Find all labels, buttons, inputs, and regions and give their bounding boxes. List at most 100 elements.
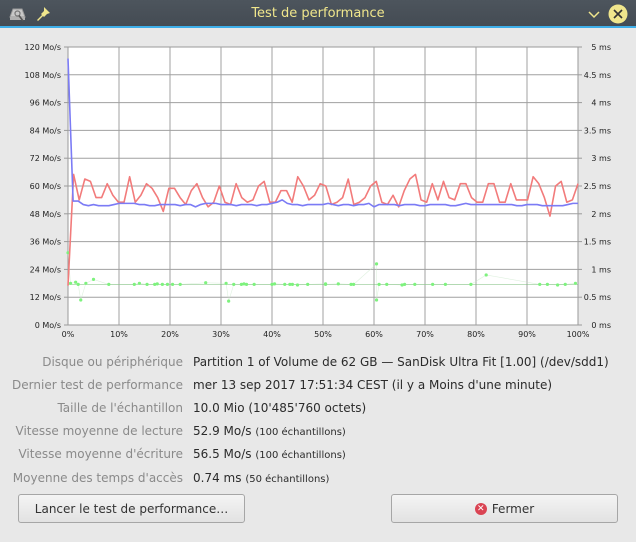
- x-tick-label: 80%: [467, 330, 485, 339]
- info-value-text: Partition 1 of Volume de 62 GB — SanDisk…: [193, 355, 609, 369]
- benchmark-chart: 0 Mo/s 12 Mo/s 24 Mo/s 36 Mo/s 48 Mo/s 60 Mo/…: [10, 32, 626, 344]
- info-value-text: mer 13 sep 2017 17:51:34 CEST (il y a Mo…: [193, 378, 553, 392]
- access-time-point: [573, 281, 578, 285]
- info-sample-count: (100 échantillons): [255, 450, 346, 461]
- access-time-point: [224, 281, 228, 285]
- access-time-point: [385, 282, 389, 287]
- access-time-point: [352, 282, 356, 287]
- y-tick-label: 48 Mo/s: [30, 210, 61, 219]
- access-time-point: [374, 298, 379, 302]
- window-title: Test de performance: [251, 6, 385, 21]
- info-value: mer 13 sep 2017 17:51:34 CEST (il y a Mo…: [193, 378, 552, 392]
- access-time-point: [295, 283, 300, 287]
- info-sample-count: (50 échantillons): [245, 474, 330, 485]
- x-tick-label: 20%: [161, 330, 179, 339]
- y2-tick-label: 4.5 ms: [584, 71, 611, 80]
- access-time-point: [545, 282, 550, 287]
- info-label: Taille de l'échantillon: [57, 401, 183, 415]
- access-time-point: [377, 282, 381, 287]
- y2-tick-label: 1.5 ms: [584, 238, 611, 247]
- y-tick-label: 120 Mo/s: [25, 43, 61, 52]
- access-time-point: [290, 282, 294, 287]
- access-time-point: [165, 282, 170, 287]
- access-time-point: [204, 281, 208, 285]
- access-time-point: [170, 282, 175, 287]
- y2-tick-label: 1 ms: [591, 265, 611, 274]
- y2-tick-label: 5 ms: [591, 43, 611, 52]
- access-time-point: [227, 299, 231, 303]
- y-tick-label: 84 Mo/s: [30, 126, 61, 135]
- info-value: 52.9 Mo/s (100 échantillons): [193, 424, 346, 438]
- access-time-point: [469, 282, 473, 287]
- x-tick-label: 90%: [518, 330, 536, 339]
- info-row: Disque ou périphérique Partition 1 of Vol…: [0, 355, 636, 373]
- info-value: 56.5 Mo/s (100 échantillons): [193, 447, 346, 461]
- access-time-point: [374, 262, 379, 266]
- access-time-point: [336, 282, 340, 286]
- close-button[interactable]: ✕ Fermer: [391, 494, 618, 523]
- close-label: Fermer: [491, 501, 535, 516]
- y-tick-label: 36 Mo/s: [30, 238, 61, 247]
- start-benchmark-label: Lancer le test de performance…: [34, 501, 229, 516]
- info-value: 10.0 Mio (10'485'760 octets): [193, 401, 366, 415]
- access-time-point: [91, 277, 96, 282]
- access-time-point: [132, 282, 136, 287]
- access-time-point: [145, 282, 149, 287]
- info-row: Vitesse moyenne d'écriture 56.5 Mo/s (100…: [0, 447, 636, 465]
- access-time-point: [244, 282, 249, 287]
- close-icon[interactable]: [608, 4, 628, 24]
- x-tick-label: 30%: [212, 330, 230, 339]
- access-time-point: [76, 282, 80, 287]
- info-value: Partition 1 of Volume de 62 GB — SanDisk…: [193, 355, 609, 369]
- info-value: 0.74 ms (50 échantillons): [193, 471, 329, 485]
- access-time-point: [84, 281, 88, 285]
- x-tick-label: 70%: [416, 330, 434, 339]
- access-time-point: [443, 282, 447, 287]
- y-tick-label: 60 Mo/s: [30, 182, 61, 191]
- x-tick-label: 40%: [263, 330, 281, 339]
- start-benchmark-button[interactable]: Lancer le test de performance…: [18, 494, 245, 523]
- access-time-point: [68, 281, 73, 285]
- y2-tick-label: 2.5 ms: [584, 182, 611, 191]
- access-time-point: [74, 280, 78, 284]
- y-tick-label: 24 Mo/s: [30, 265, 61, 274]
- access-time-point: [178, 282, 182, 287]
- info-label: Vitesse moyenne d'écriture: [18, 447, 183, 461]
- info-row: Vitesse moyenne de lecture 52.9 Mo/s (100…: [0, 424, 636, 442]
- access-time-point: [79, 298, 83, 302]
- y-tick-label: 72 Mo/s: [30, 154, 61, 163]
- x-tick-label: 0%: [62, 330, 75, 339]
- info-value-text: 0.74 ms: [193, 471, 242, 485]
- info-sample-count: (100 échantillons): [255, 427, 346, 438]
- access-time-point: [283, 282, 287, 287]
- info-row: Taille de l'échantillon 10.0 Mio (10'485'…: [0, 401, 636, 419]
- access-time-point: [563, 282, 567, 287]
- access-time-point: [431, 282, 435, 287]
- access-time-point: [160, 282, 164, 287]
- x-tick-label: 10%: [110, 330, 128, 339]
- info-label: Vitesse moyenne de lecture: [15, 424, 183, 438]
- access-time-point: [107, 282, 111, 287]
- access-time-point: [137, 281, 141, 285]
- y-tick-label: 108 Mo/s: [25, 71, 61, 80]
- access-time-point: [323, 282, 328, 287]
- y2-tick-label: 0.5 ms: [584, 293, 611, 302]
- minimize-chevron-icon[interactable]: [585, 5, 603, 23]
- y2-tick-label: 3.5 ms: [584, 126, 611, 135]
- info-label: Moyenne des temps d'accès: [12, 471, 183, 485]
- close-circle-icon: ✕: [474, 502, 487, 515]
- access-time-point: [484, 273, 488, 277]
- benchmark-dialog: Test de performance 0 Mo/s 12 Mo/s 24 Mo/s…: [0, 0, 636, 542]
- title-bar[interactable]: Test de performance: [0, 0, 636, 28]
- info-value-text: 56.5 Mo/s: [193, 447, 252, 461]
- y-tick-label: 12 Mo/s: [30, 293, 61, 302]
- info-label: Disque ou périphérique: [42, 355, 183, 369]
- y2-tick-label: 4 ms: [591, 99, 611, 108]
- info-value-text: 52.9 Mo/s: [193, 424, 252, 438]
- info-row: Dernier test de performance mer 13 sep 20…: [0, 378, 636, 396]
- access-time-point: [306, 282, 310, 287]
- access-time-point: [252, 282, 256, 287]
- access-time-point: [556, 283, 560, 287]
- y2-tick-label: 0 ms: [591, 321, 611, 330]
- y2-tick-label: 3 ms: [591, 154, 611, 163]
